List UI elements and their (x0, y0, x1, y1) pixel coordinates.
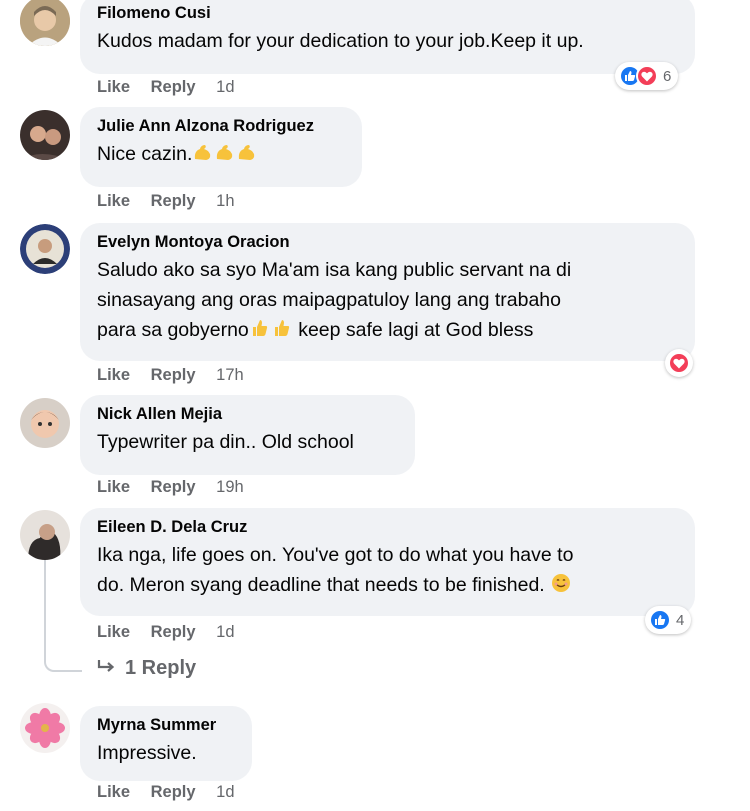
comment-author[interactable]: Myrna Summer (97, 715, 234, 735)
reply-button[interactable]: Reply (151, 623, 196, 641)
reply-arrow-icon (97, 657, 117, 680)
thread-connector (44, 656, 82, 672)
comment-author[interactable]: Filomeno Cusi (97, 3, 677, 23)
comment-time[interactable]: 1h (216, 192, 234, 210)
comment-text: Typewriter pa din.. Old school (97, 431, 354, 453)
view-replies-link[interactable]: 1 Reply (97, 657, 196, 680)
comment-actions: Like Reply 1h (97, 192, 251, 211)
comment-author[interactable]: Julie Ann Alzona Rodriguez (97, 116, 344, 136)
replies-label: 1 Reply (125, 657, 197, 679)
comment-actions: Like Reply 1d (97, 78, 251, 97)
comment-actions: Like Reply 1d (97, 783, 251, 802)
comment-bubble: Nick Allen Mejia Typewriter pa din.. Old… (80, 395, 415, 475)
reply-button[interactable]: Reply (151, 78, 196, 96)
like-icon (649, 609, 671, 631)
comment-actions: Like Reply 17h (97, 366, 260, 385)
comment-text-line: Nice cazin. (97, 143, 193, 165)
reply-button[interactable]: Reply (151, 783, 196, 801)
comment-time[interactable]: 19h (216, 478, 244, 496)
love-icon (636, 65, 658, 87)
comment-text-line: do. Meron syang deadline that needs to b… (97, 570, 677, 600)
reaction-summary[interactable]: 4 (645, 606, 692, 634)
like-button[interactable]: Like (97, 192, 130, 210)
comment-author[interactable]: Eileen D. Dela Cruz (97, 517, 677, 537)
comment-actions: Like Reply 1d (97, 623, 251, 642)
comment-bubble: Evelyn Montoya Oracion Saludo ako sa syo… (80, 223, 695, 361)
comment-text-segment: keep safe lagi at God bless (298, 319, 534, 341)
comment-text: Nice cazin. (97, 139, 344, 169)
reply-button[interactable]: Reply (151, 478, 196, 496)
reaction-count: 4 (676, 611, 685, 629)
thumbs-up-emoji (249, 317, 271, 339)
comment-time[interactable]: 1d (216, 783, 234, 801)
reaction-summary[interactable]: 6 (615, 62, 679, 90)
avatar[interactable] (20, 510, 70, 560)
flexed-biceps-emoji (236, 141, 258, 163)
comment-author[interactable]: Evelyn Montoya Oracion (97, 232, 677, 252)
avatar[interactable] (20, 398, 70, 448)
comment-bubble: Julie Ann Alzona Rodriguez Nice cazin. (80, 107, 362, 187)
like-button[interactable]: Like (97, 623, 130, 641)
comment-text-line: para sa gobyerno keep safe lagi at God b… (97, 315, 677, 345)
comment-text-line: Saludo ako sa syo Ma'am isa kang public … (97, 259, 572, 281)
comment-time[interactable]: 17h (216, 366, 244, 384)
flexed-biceps-emoji (192, 141, 214, 163)
thread-line (44, 560, 46, 658)
love-icon (668, 352, 690, 374)
comment-text-line: sinasayang ang oras maipagpatuloy lang a… (97, 289, 562, 311)
reaction-count: 6 (663, 67, 672, 85)
comment-text: Saludo ako sa syo Ma'am isa kang public … (97, 255, 677, 345)
avatar[interactable] (20, 703, 70, 753)
comment-text: Ika nga, life goes on. You've got to do … (97, 540, 677, 600)
like-button[interactable]: Like (97, 78, 130, 96)
like-button[interactable]: Like (97, 366, 130, 384)
comment-text-line: Ika nga, life goes on. You've got to do … (97, 544, 574, 566)
comment-actions: Like Reply 19h (97, 478, 260, 497)
comment-text-segment: do. Meron syang deadline that needs to b… (97, 574, 545, 596)
like-button[interactable]: Like (97, 783, 130, 801)
comment-bubble: Filomeno Cusi Kudos madam for your dedic… (80, 0, 695, 74)
reply-button[interactable]: Reply (151, 366, 196, 384)
comment-time[interactable]: 1d (216, 623, 234, 641)
comment-bubble: Eileen D. Dela Cruz Ika nga, life goes o… (80, 508, 695, 616)
comment-author[interactable]: Nick Allen Mejia (97, 404, 397, 424)
avatar[interactable] (20, 0, 70, 46)
comment-text: Kudos madam for your dedication to your … (97, 30, 584, 52)
smiling-face-emoji (550, 572, 572, 594)
comment-bubble: Myrna Summer Impressive. (80, 706, 252, 781)
comment-time[interactable]: 1d (216, 78, 234, 96)
reply-button[interactable]: Reply (151, 192, 196, 210)
thumbs-up-emoji (271, 317, 293, 339)
comment-text-segment: para sa gobyerno (97, 319, 249, 341)
like-button[interactable]: Like (97, 478, 130, 496)
avatar[interactable] (20, 224, 70, 274)
flexed-biceps-emoji (214, 141, 236, 163)
comment-text: Impressive. (97, 742, 197, 764)
avatar[interactable] (20, 110, 70, 160)
reaction-summary[interactable] (665, 349, 693, 377)
